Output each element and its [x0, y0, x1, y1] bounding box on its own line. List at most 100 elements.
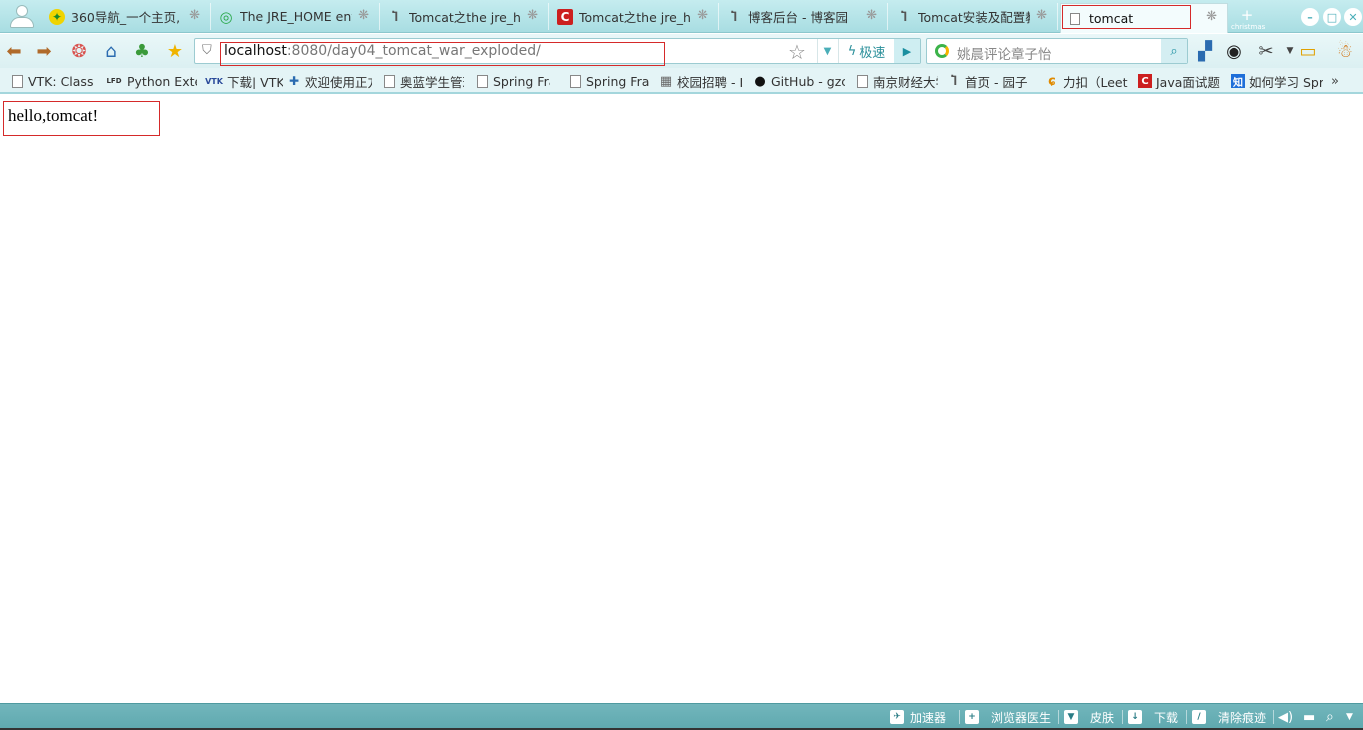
tab-tomcat-jre-cnblogs[interactable]: Ⴈ Tomcat之the jre_ho ❋: [381, 3, 549, 30]
minimize-icon: –: [1301, 8, 1319, 26]
search-box[interactable]: 姚晨评论章子怡 ⌕: [926, 38, 1188, 64]
search-engine-icon: [935, 44, 949, 58]
tab-tomcat-install[interactable]: Ⴈ Tomcat安装及配置教 ❋: [890, 3, 1058, 30]
search-input[interactable]: 姚晨评论章子怡: [957, 43, 1052, 63]
tab-tomcat-jre-csdn[interactable]: C Tomcat之the jre_ho ❋: [551, 3, 719, 30]
bookmark-label: 南京财经大学: [873, 74, 938, 90]
close-window-button[interactable]: ✕: [1343, 7, 1363, 27]
bookmark-item[interactable]: Ⴈ 首页 - 园子: [947, 73, 1031, 89]
back-icon[interactable]: ⬅: [2, 39, 26, 63]
user-avatar-icon[interactable]: [4, 3, 40, 30]
vtk-icon: VTK: [205, 76, 223, 86]
bookmarks-bar: VTK: Class I LFDPython Exter VTK下载| VTK …: [0, 68, 1363, 94]
bookmark-item[interactable]: 奥蓝学生管理: [382, 73, 464, 89]
bookmark-item[interactable]: 南京财经大学: [855, 73, 938, 89]
browser-doctor-button[interactable]: + 浏览器医生: [965, 708, 1051, 726]
tab-close-icon[interactable]: ❋: [189, 8, 200, 23]
tab-close-icon[interactable]: ❋: [697, 8, 708, 23]
status-divider: [1122, 710, 1123, 724]
tab-title: Tomcat之the jre_ho: [579, 10, 691, 25]
go-button[interactable]: ▶: [894, 39, 920, 63]
print-icon[interactable]: ▬: [1303, 708, 1315, 726]
bookmark-label: Java面试题: [1156, 74, 1220, 90]
status-divider: [959, 710, 960, 724]
bookmark-label: Python Exter: [127, 73, 197, 89]
doc-icon: [382, 73, 396, 89]
status-label: 皮肤: [1090, 710, 1115, 725]
bookmarks-more-button[interactable]: »: [1331, 73, 1345, 89]
home-icon[interactable]: ⌂: [99, 39, 123, 63]
bookmark-item[interactable]: LFD Python Exter: [105, 73, 197, 89]
bookmark-item[interactable]: ▦ 校园招聘 - I: [659, 73, 745, 90]
url-text[interactable]: localhost:8080/day04_tomcat_war_exploded…: [224, 43, 541, 59]
zoom-dropdown-icon[interactable]: ▼: [1346, 708, 1353, 726]
new-tab-button[interactable]: + christmas: [1231, 6, 1265, 31]
scissors-icon[interactable]: ✂: [1254, 39, 1278, 63]
tab-close-icon[interactable]: ❋: [1036, 8, 1047, 23]
status-bar: ✈ 加速器 + 浏览器医生 ▼ 皮肤 ↓ 下载 / 清除痕迹 ◀) ▬ ⌕ ▼: [0, 703, 1363, 730]
chevron-down-icon[interactable]: ▼: [817, 39, 837, 63]
refresh-icon[interactable]: ❂: [67, 39, 91, 63]
skin-icon: ▼: [1064, 710, 1078, 724]
download-button[interactable]: ↓ 下载: [1128, 708, 1178, 726]
tab-close-icon[interactable]: ❋: [358, 8, 369, 23]
search-button[interactable]: ⌕: [1161, 39, 1187, 63]
bookmark-item[interactable]: Spring Fran: [475, 73, 550, 89]
forward-icon[interactable]: ➡: [32, 39, 56, 63]
url-path: :8080/day04_tomcat_war_exploded/: [286, 43, 541, 59]
tab-tomcat-active[interactable]: tomcat ❋: [1060, 3, 1228, 33]
page-body-text: hello,tomcat!: [8, 106, 99, 125]
bookmark-item[interactable]: ✚ 欢迎使用正方: [287, 73, 372, 89]
tree-icon[interactable]: ♣: [130, 39, 154, 63]
maximize-button[interactable]: □: [1322, 7, 1342, 27]
glasses-icon[interactable]: ◉: [1222, 39, 1246, 63]
tab-close-icon[interactable]: ❋: [866, 8, 877, 23]
cnblogs-icon: Ⴈ: [392, 9, 398, 24]
tab-close-icon[interactable]: ❋: [1206, 9, 1217, 24]
status-label: 浏览器医生: [991, 710, 1052, 725]
bookmark-item[interactable]: VTK: Class I: [10, 73, 97, 89]
status-label: 清除痕迹: [1218, 710, 1267, 725]
tab-360-nav[interactable]: ✦ 360导航_一个主页, ❋: [43, 3, 211, 30]
minimize-button[interactable]: –: [1300, 7, 1320, 27]
bookmark-star-icon[interactable]: ☆: [788, 40, 806, 64]
tab-blog-admin[interactable]: Ⴈ 博客后台 - 博客园 ❋: [720, 3, 888, 30]
bookmark-item[interactable]: ● GitHub - gzc: [753, 73, 845, 89]
volume-icon[interactable]: ◀): [1278, 708, 1293, 726]
bookmark-item[interactable]: 知如何学习 Spr: [1231, 73, 1323, 89]
tab-title: 360导航_一个主页,: [71, 10, 181, 25]
plus-icon: +: [1240, 6, 1254, 24]
tab-jre-home-search[interactable]: ◎ The JRE_HOME env ❋: [212, 3, 380, 30]
tab-close-icon[interactable]: ❋: [527, 8, 538, 23]
bookmark-item[interactable]: Spring Fran: [568, 73, 650, 89]
bookmark-item[interactable]: ɕ 力扣（Leet(: [1045, 73, 1128, 90]
bookmark-item[interactable]: C Java面试题: [1138, 73, 1221, 89]
battery-icon[interactable]: ▭: [1296, 39, 1320, 63]
url-host: localhost: [224, 43, 287, 59]
accelerator-button[interactable]: ✈ 加速器: [890, 708, 946, 726]
security-shield-icon[interactable]: ⛉: [202, 43, 216, 59]
speed-mode-button[interactable]: ϟ 极速: [838, 39, 894, 63]
tab-title: 博客后台 - 博客园: [748, 10, 848, 25]
lfd-icon: LFD: [106, 77, 122, 85]
doc-icon: [475, 73, 489, 89]
rocket-icon: ✈: [890, 710, 904, 724]
bookmark-label: 如何学习 Spr: [1249, 74, 1323, 90]
box-icon: ✚: [288, 74, 300, 88]
favorites-star-icon[interactable]: ★: [163, 39, 187, 63]
address-bar[interactable]: ⛉ localhost:8080/day04_tomcat_war_explod…: [194, 38, 921, 64]
csdn-icon: C: [557, 8, 573, 25]
bookmark-item[interactable]: VTK 下载| VTK: [205, 73, 283, 90]
status-divider: [1186, 710, 1187, 724]
download-icon: ↓: [1128, 710, 1142, 724]
mascot-icon[interactable]: ☃: [1333, 39, 1357, 63]
zoom-icon[interactable]: ⌕: [1326, 708, 1334, 726]
search-engine-icon: ◎: [219, 7, 233, 26]
chevron-double-right-icon: »: [1331, 73, 1339, 89]
skin-button[interactable]: ▼ 皮肤: [1064, 708, 1114, 726]
csdn-icon: C: [1138, 74, 1152, 88]
apps-grid-icon[interactable]: ▞: [1193, 39, 1217, 63]
tab-title: Tomcat安装及配置教: [918, 10, 1030, 25]
lightning-icon: ϟ: [847, 43, 857, 59]
clear-traces-button[interactable]: / 清除痕迹: [1192, 708, 1266, 726]
